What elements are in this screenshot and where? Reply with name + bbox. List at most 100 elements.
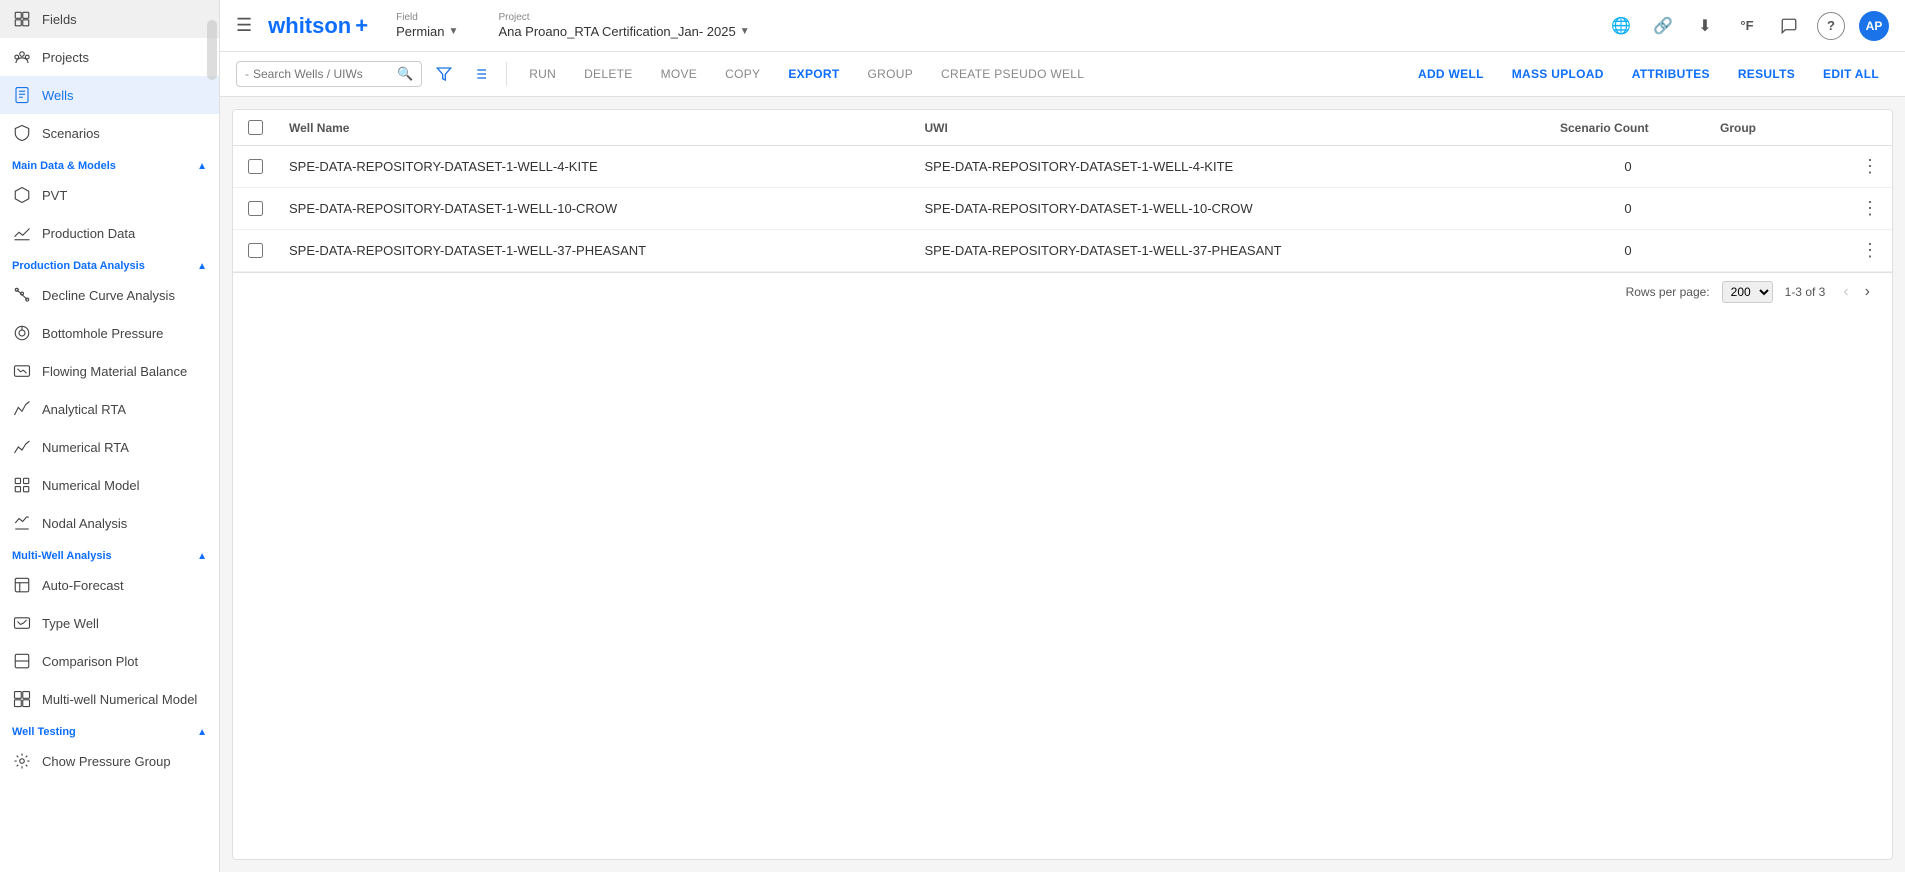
export-button[interactable]: EXPORT xyxy=(778,63,849,85)
avatar[interactable]: AP xyxy=(1859,11,1889,41)
sort-icon[interactable] xyxy=(466,60,494,88)
sidebar-item-label: Production Data xyxy=(42,226,135,241)
row-checkbox[interactable] xyxy=(248,201,263,216)
pagination-prev[interactable]: ‹ xyxy=(1837,281,1854,303)
sidebar-item-label: Wells xyxy=(42,88,74,103)
sidebar-item-flowing-material[interactable]: Flowing Material Balance xyxy=(0,352,219,390)
section-main-data[interactable]: Main Data & Models ▲ xyxy=(0,152,219,176)
sidebar-item-nodal-analysis[interactable]: Nodal Analysis xyxy=(0,504,219,542)
table-row: SPE-DATA-REPOSITORY-DATASET-1-WELL-37-PH… xyxy=(233,230,1892,272)
section-label: Main Data & Models xyxy=(12,160,116,172)
row-checkbox-cell[interactable] xyxy=(233,230,277,272)
well-name-cell: SPE-DATA-REPOSITORY-DATASET-1-WELL-10-CR… xyxy=(277,188,913,230)
flowing-material-icon xyxy=(12,361,32,381)
copy-button[interactable]: COPY xyxy=(715,63,770,85)
select-all-checkbox[interactable] xyxy=(248,120,263,135)
mass-upload-button[interactable]: MASS UPLOAD xyxy=(1502,63,1614,85)
col-checkbox[interactable] xyxy=(233,110,277,146)
sidebar-item-production-data[interactable]: Production Data xyxy=(0,214,219,252)
help-icon[interactable]: ? xyxy=(1817,12,1845,40)
chat-icon[interactable] xyxy=(1775,12,1803,40)
sidebar-item-label: Flowing Material Balance xyxy=(42,364,187,379)
wells-icon xyxy=(12,85,32,105)
pagination-next[interactable]: › xyxy=(1859,281,1876,303)
row-checkbox[interactable] xyxy=(248,159,263,174)
pagination: Rows per page: 200 1-3 of 3 ‹ › xyxy=(233,272,1892,311)
download-icon[interactable]: ⬇ xyxy=(1691,12,1719,40)
chevron-up-icon: ▲ xyxy=(197,727,207,738)
logo-plus: + xyxy=(355,13,368,39)
actions-cell[interactable]: ⋮ xyxy=(1848,188,1892,230)
rows-per-page-select[interactable]: 200 xyxy=(1722,281,1773,303)
section-well-testing[interactable]: Well Testing ▲ xyxy=(0,718,219,742)
uwi-cell: SPE-DATA-REPOSITORY-DATASET-1-WELL-10-CR… xyxy=(913,188,1549,230)
fields-icon xyxy=(12,9,32,29)
topbar: ☰ whitson+ Field Permian ▼ Project Ana P… xyxy=(220,0,1905,52)
sidebar-item-label: Fields xyxy=(42,12,77,27)
logo-text: whitson xyxy=(268,13,351,39)
group-button[interactable]: GROUP xyxy=(858,63,924,85)
sidebar-item-label: Projects xyxy=(42,50,89,65)
results-button[interactable]: RESULTS xyxy=(1728,63,1805,85)
move-button[interactable]: MOVE xyxy=(651,63,708,85)
row-actions-menu[interactable]: ⋮ xyxy=(1860,156,1880,177)
globe-icon[interactable]: 🌐 xyxy=(1607,12,1635,40)
actions-cell[interactable]: ⋮ xyxy=(1848,230,1892,272)
sidebar-item-pvt[interactable]: PVT xyxy=(0,176,219,214)
attributes-button[interactable]: ATTRIBUTES xyxy=(1622,63,1720,85)
temperature-icon[interactable]: °F xyxy=(1733,12,1761,40)
link-icon[interactable]: 🔗 xyxy=(1649,12,1677,40)
sidebar-item-label: Comparison Plot xyxy=(42,654,138,669)
sidebar-item-wells[interactable]: Wells xyxy=(0,76,219,114)
row-actions-menu[interactable]: ⋮ xyxy=(1860,240,1880,261)
section-production-analysis[interactable]: Production Data Analysis ▲ xyxy=(0,252,219,276)
sidebar-item-multi-numerical[interactable]: Multi-well Numerical Model xyxy=(0,680,219,718)
sidebar-item-fields[interactable]: Fields xyxy=(0,0,219,38)
search-icon[interactable]: 🔍 xyxy=(397,66,413,82)
section-multi-well[interactable]: Multi-Well Analysis ▲ xyxy=(0,542,219,566)
sidebar-item-label: PVT xyxy=(42,188,67,203)
row-actions-menu[interactable]: ⋮ xyxy=(1860,198,1880,219)
sidebar-item-chow-pressure[interactable]: Chow Pressure Group xyxy=(0,742,219,780)
sidebar-item-bottomhole[interactable]: Bottomhole Pressure xyxy=(0,314,219,352)
field-value-selector[interactable]: Permian ▼ xyxy=(396,24,458,39)
row-checkbox-cell[interactable] xyxy=(233,146,277,188)
search-box[interactable]: - 🔍 xyxy=(236,61,422,87)
chow-pressure-icon xyxy=(12,751,32,771)
sidebar-item-comparison-plot[interactable]: Comparison Plot xyxy=(0,642,219,680)
search-input[interactable] xyxy=(253,67,393,81)
table-row: SPE-DATA-REPOSITORY-DATASET-1-WELL-4-KIT… xyxy=(233,146,1892,188)
col-actions xyxy=(1848,110,1892,146)
sidebar-item-numerical-model[interactable]: Numerical Model xyxy=(0,466,219,504)
row-checkbox-cell[interactable] xyxy=(233,188,277,230)
project-selector[interactable]: Project Ana Proano_RTA Certification_Jan… xyxy=(498,12,749,39)
field-selector[interactable]: Field Permian ▼ xyxy=(396,12,458,39)
add-well-button[interactable]: ADD WELL xyxy=(1408,63,1494,85)
row-checkbox[interactable] xyxy=(248,243,263,258)
sidebar-item-projects[interactable]: Projects xyxy=(0,38,219,76)
actions-cell[interactable]: ⋮ xyxy=(1848,146,1892,188)
run-button[interactable]: RUN xyxy=(519,63,566,85)
filter-icon[interactable] xyxy=(430,60,458,88)
sidebar-item-label: Decline Curve Analysis xyxy=(42,288,175,303)
auto-forecast-icon xyxy=(12,575,32,595)
search-minus: - xyxy=(245,67,249,81)
chevron-up-icon: ▲ xyxy=(197,261,207,272)
sidebar-item-type-well[interactable]: Type Well xyxy=(0,604,219,642)
sidebar-item-label: Chow Pressure Group xyxy=(42,754,171,769)
create-pseudo-button[interactable]: CREATE PSEUDO WELL xyxy=(931,63,1094,85)
app-logo: whitson+ xyxy=(268,13,368,39)
project-value-selector[interactable]: Ana Proano_RTA Certification_Jan- 2025 ▼ xyxy=(498,24,749,39)
scenario-count-cell: 0 xyxy=(1548,230,1708,272)
delete-button[interactable]: DELETE xyxy=(574,63,642,85)
uwi-cell: SPE-DATA-REPOSITORY-DATASET-1-WELL-37-PH… xyxy=(913,230,1549,272)
sidebar-item-decline-curve[interactable]: Decline Curve Analysis xyxy=(0,276,219,314)
field-label: Field xyxy=(396,12,458,23)
sidebar-item-scenarios[interactable]: Scenarios xyxy=(0,114,219,152)
sidebar-item-auto-forecast[interactable]: Auto-Forecast xyxy=(0,566,219,604)
sidebar-item-analytical-rta[interactable]: Analytical RTA xyxy=(0,390,219,428)
hamburger-icon[interactable]: ☰ xyxy=(236,15,252,36)
edit-all-button[interactable]: EDIT ALL xyxy=(1813,63,1889,85)
type-well-icon xyxy=(12,613,32,633)
sidebar-item-numerical-rta[interactable]: Numerical RTA xyxy=(0,428,219,466)
